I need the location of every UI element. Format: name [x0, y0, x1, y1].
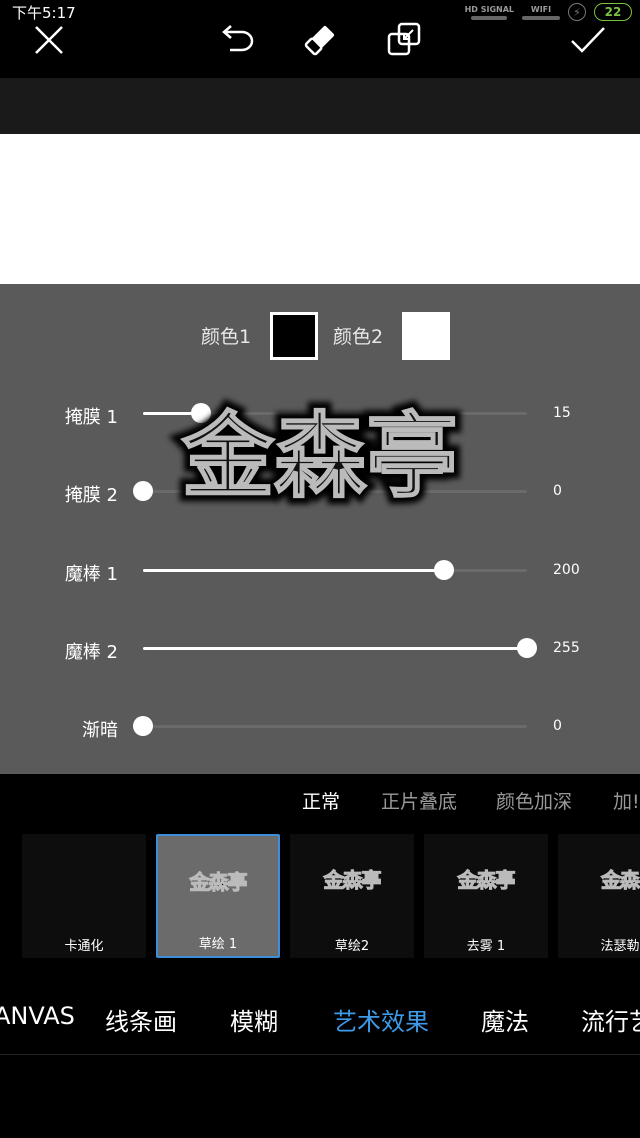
effect-settings-panel: 颜色1 颜色2 掩膜 1 15 掩膜 2 0 魔棒 1 200 魔棒 2 255 渐暗 0 金森亭…	[0, 284, 640, 774]
slider-thumb[interactable]	[190, 403, 211, 423]
effect-thumb-dehaze-1[interactable]: 金森亭 去雾 1	[424, 834, 548, 958]
effect-thumb-label: 去雾 1	[466, 939, 506, 954]
effect-thumb-faserle[interactable]: 金森 法瑟勒	[558, 834, 640, 958]
slider-thumb[interactable]	[517, 638, 537, 658]
effect-thumb-art: 金森	[601, 868, 640, 893]
preview-top-strip	[0, 78, 640, 134]
slider-row-mask-2: 掩膜 2 0	[0, 477, 640, 507]
blend-mode-color-burn[interactable]: 颜色加深	[496, 787, 572, 814]
close-icon[interactable]	[27, 18, 71, 62]
slider-track[interactable]	[143, 638, 537, 658]
category-blur[interactable]: 模糊	[230, 1002, 278, 1037]
effect-thumb-art: 金森亭	[323, 868, 382, 893]
category-pop-art[interactable]: 流行艺	[581, 1002, 640, 1037]
slider-label: 掩膜 1	[64, 407, 118, 428]
color2-swatch[interactable]	[402, 312, 450, 360]
slider-row-mask-1: 掩膜 1 15	[0, 399, 640, 429]
slider-value: 200	[553, 562, 580, 578]
blend-mode-normal[interactable]: 正常	[302, 787, 340, 814]
category-magic[interactable]: 魔法	[481, 1002, 529, 1037]
slider-track[interactable]	[133, 481, 527, 501]
effect-thumb-label: 草绘 1	[198, 937, 238, 952]
canvas-preview	[0, 134, 640, 284]
slider-row-magic-wand-1: 魔棒 1 200	[0, 556, 640, 586]
slider-row-fade: 渐暗 0	[0, 712, 640, 742]
slider-thumb[interactable]	[434, 560, 455, 580]
slider-value: 0	[553, 483, 562, 499]
blend-mode-multiply[interactable]: 正片叠底	[381, 787, 457, 814]
slider-value: 0	[553, 718, 562, 734]
effect-category-bar: ANVAS 线条画 模糊 艺术效果 魔法 流行艺	[0, 990, 640, 1050]
color2-label: 颜色2	[333, 326, 384, 348]
compare-icon[interactable]	[383, 18, 427, 62]
slider-thumb[interactable]	[133, 716, 153, 736]
slider-track[interactable]	[143, 403, 527, 423]
effect-thumb-sketch-1[interactable]: 金森亭 草绘 1	[156, 834, 280, 958]
slider-value: 255	[553, 640, 580, 656]
color-row: 颜色1 颜色2	[0, 310, 640, 360]
slider-fill	[143, 569, 445, 572]
slider-label: 掩膜 2	[64, 485, 118, 506]
blend-mode-bar: 正常 正片叠底 颜色加深 加!	[0, 774, 640, 828]
slider-label: 魔棒 2	[64, 642, 118, 663]
effect-thumb-sketch-2[interactable]: 金森亭 草绘2	[290, 834, 414, 958]
category-divider	[0, 1054, 640, 1055]
slider-thumb[interactable]	[133, 481, 153, 501]
effect-thumb-art: 金森亭	[189, 870, 248, 895]
slider-value: 15	[553, 405, 571, 421]
color1-label: 颜色1	[201, 326, 252, 348]
effect-thumb-cartoonize[interactable]: 卡通化	[22, 834, 146, 958]
effect-thumb-label: 法瑟勒	[600, 939, 640, 954]
effect-thumbnails: 卡通化 金森亭 草绘 1 金森亭 草绘2 金森亭 去雾 1 金森 法瑟勒	[0, 832, 640, 960]
check-icon[interactable]	[566, 18, 610, 62]
top-toolbar	[0, 0, 640, 78]
eraser-icon[interactable]	[298, 18, 342, 62]
effect-thumb-label: 草绘2	[334, 939, 370, 954]
blend-mode-add[interactable]: 加!	[613, 787, 640, 814]
category-line-art[interactable]: 线条画	[105, 1002, 177, 1037]
slider-label: 魔棒 1	[64, 564, 118, 585]
category-artistic[interactable]: 艺术效果	[333, 1002, 429, 1037]
slider-label: 渐暗	[82, 720, 118, 741]
effect-thumb-art: 金森亭	[457, 868, 516, 893]
color1-swatch[interactable]	[270, 312, 318, 360]
undo-icon[interactable]	[214, 18, 258, 62]
category-canvas[interactable]: ANVAS	[0, 1002, 75, 1030]
slider-track[interactable]	[133, 716, 527, 736]
slider-row-magic-wand-2: 魔棒 2 255	[0, 634, 640, 664]
effect-thumb-label: 卡通化	[64, 939, 104, 954]
slider-track[interactable]	[143, 560, 527, 580]
slider-fill	[143, 647, 527, 650]
